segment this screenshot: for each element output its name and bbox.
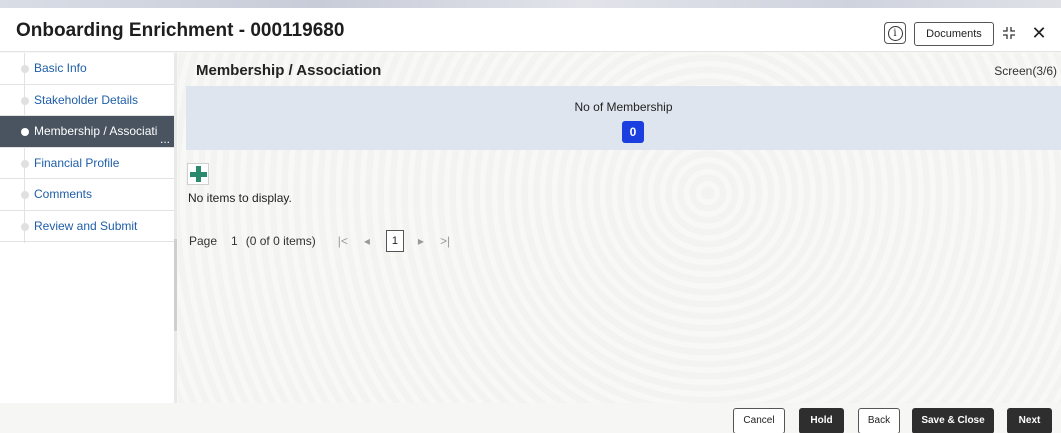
sidebar-item-label: Membership / Associati [34,124,158,138]
prev-page-icon[interactable]: ◂ [364,234,370,248]
step-dot-icon [21,191,29,199]
close-icon[interactable]: ✕ [1030,24,1048,42]
screen-indicator: Screen(3/6) [994,64,1057,78]
sidebar-item-financial-profile[interactable]: Financial Profile [0,148,174,179]
shrink-icon[interactable] [1002,26,1016,40]
items-count: (0 of 0 items) [245,234,316,248]
sidebar-item-review-and-submit[interactable]: Review and Submit [0,211,174,242]
sidebar: Basic Info Stakeholder Details Membershi… [0,53,174,403]
footer-bar: Cancel Hold Back Save & Close Next [0,403,1061,433]
cancel-button[interactable]: Cancel [733,408,785,433]
step-dot-icon [21,222,29,231]
plus-icon-bar [190,172,207,177]
sidebar-item-comments[interactable]: Comments [0,179,174,211]
empty-message: No items to display. [188,191,292,205]
page-number: 1 [231,234,238,248]
sidebar-item-label: Review and Submit [34,218,138,233]
back-button[interactable]: Back [858,408,900,433]
next-page-icon[interactable]: ▸ [418,234,424,248]
sidebar-item-membership-association[interactable]: Membership / Associati ... [0,116,174,148]
step-dot-icon [21,159,29,168]
membership-count-badge[interactable]: 0 [622,121,644,143]
info-button[interactable]: i [884,22,906,44]
summary-label: No of Membership [574,100,673,114]
last-page-icon[interactable]: >| [440,234,450,248]
top-decorative-strip [0,0,1061,8]
main-panel: Membership / Association Screen(3/6) No … [178,53,1061,403]
sidebar-splitter[interactable] [174,53,177,403]
add-membership-button[interactable] [187,163,209,185]
hold-button[interactable]: Hold [799,408,844,433]
first-page-icon[interactable]: |< [338,234,348,248]
header-bar: Onboarding Enrichment - 000119680 i Docu… [0,8,1061,52]
save-and-close-button[interactable]: Save & Close [912,408,994,433]
page-label: Page [189,234,218,248]
sidebar-item-label: Stakeholder Details [34,92,139,107]
sidebar-item-label: Financial Profile [34,155,120,170]
splitter-grip[interactable] [174,239,177,331]
page-title: Onboarding Enrichment - 000119680 [16,20,345,41]
sidebar-item-basic-info[interactable]: Basic Info [0,53,174,85]
step-dot-icon [21,65,29,73]
sidebar-item-stakeholder-details[interactable]: Stakeholder Details [0,85,174,116]
next-button[interactable]: Next [1007,408,1052,433]
info-icon: i [887,25,903,41]
sidebar-item-label: Comments [34,187,93,201]
pagination: Page 1 (0 of 0 items) |< ◂ 1 ▸ >| [189,229,466,253]
section-title: Membership / Association [196,62,382,79]
documents-button[interactable]: Documents [914,22,994,46]
membership-summary: No of Membership 0 [186,86,1061,150]
step-dot-icon [21,96,29,105]
current-page-button[interactable]: 1 [385,230,404,252]
sidebar-item-label: Basic Info [34,61,87,75]
overflow-ellipsis: ... [159,131,170,146]
step-dot-icon [21,128,29,136]
